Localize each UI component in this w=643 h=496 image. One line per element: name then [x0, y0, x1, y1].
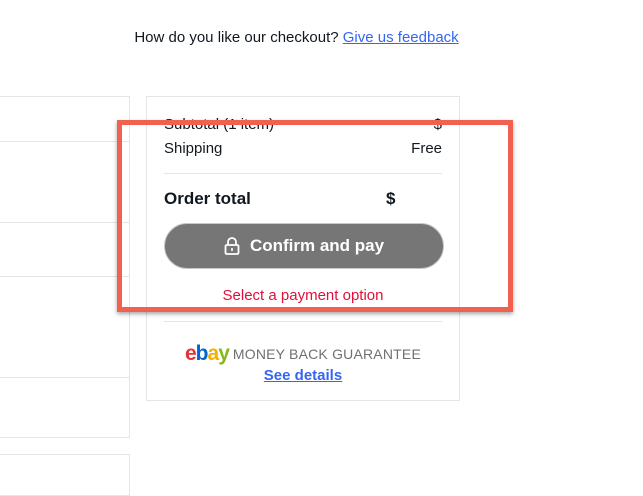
left-card-row [0, 97, 129, 142]
left-card-top [0, 96, 130, 438]
shipping-row: Shipping Free [164, 138, 442, 158]
shipping-value: Free [411, 139, 442, 157]
left-card-row [0, 142, 129, 223]
order-total-label: Order total [164, 189, 251, 208]
payment-error-message: Select a payment option [222, 287, 384, 304]
subtotal-value: $ [433, 115, 442, 133]
feedback-question: How do you like our checkout? [134, 29, 339, 46]
divider [164, 173, 442, 174]
give-feedback-link[interactable]: Give us feedback [343, 29, 459, 46]
money-back-guarantee: ebay MONEY BACK GUARANTEE [147, 342, 459, 366]
see-details-link[interactable]: See details [147, 367, 459, 384]
confirm-button-label: Confirm and pay [249, 236, 385, 255]
subtotal-row: Subtotal (1 item) $ [164, 114, 442, 134]
feedback-prompt: How do you like our checkout? Give us fe… [0, 29, 593, 46]
left-card-bottom [0, 454, 130, 496]
ebay-logo: ebay [184, 342, 230, 365]
shipping-label: Shipping [164, 139, 223, 157]
divider [164, 321, 442, 322]
subtotal-label: Subtotal (1 item) [164, 115, 275, 133]
order-total-value: $ [386, 189, 396, 208]
guarantee-text: MONEY BACK GUARANTEE [232, 346, 421, 362]
left-card-row [0, 223, 129, 277]
lock-icon [224, 237, 240, 255]
order-summary-panel: Subtotal (1 item) $ Shipping Free Order … [146, 96, 460, 401]
confirm-and-pay-button[interactable]: Confirm and pay [164, 223, 444, 269]
left-card-row [0, 378, 129, 437]
left-card-row [0, 277, 129, 378]
order-total-row: Order total $ [164, 188, 442, 210]
